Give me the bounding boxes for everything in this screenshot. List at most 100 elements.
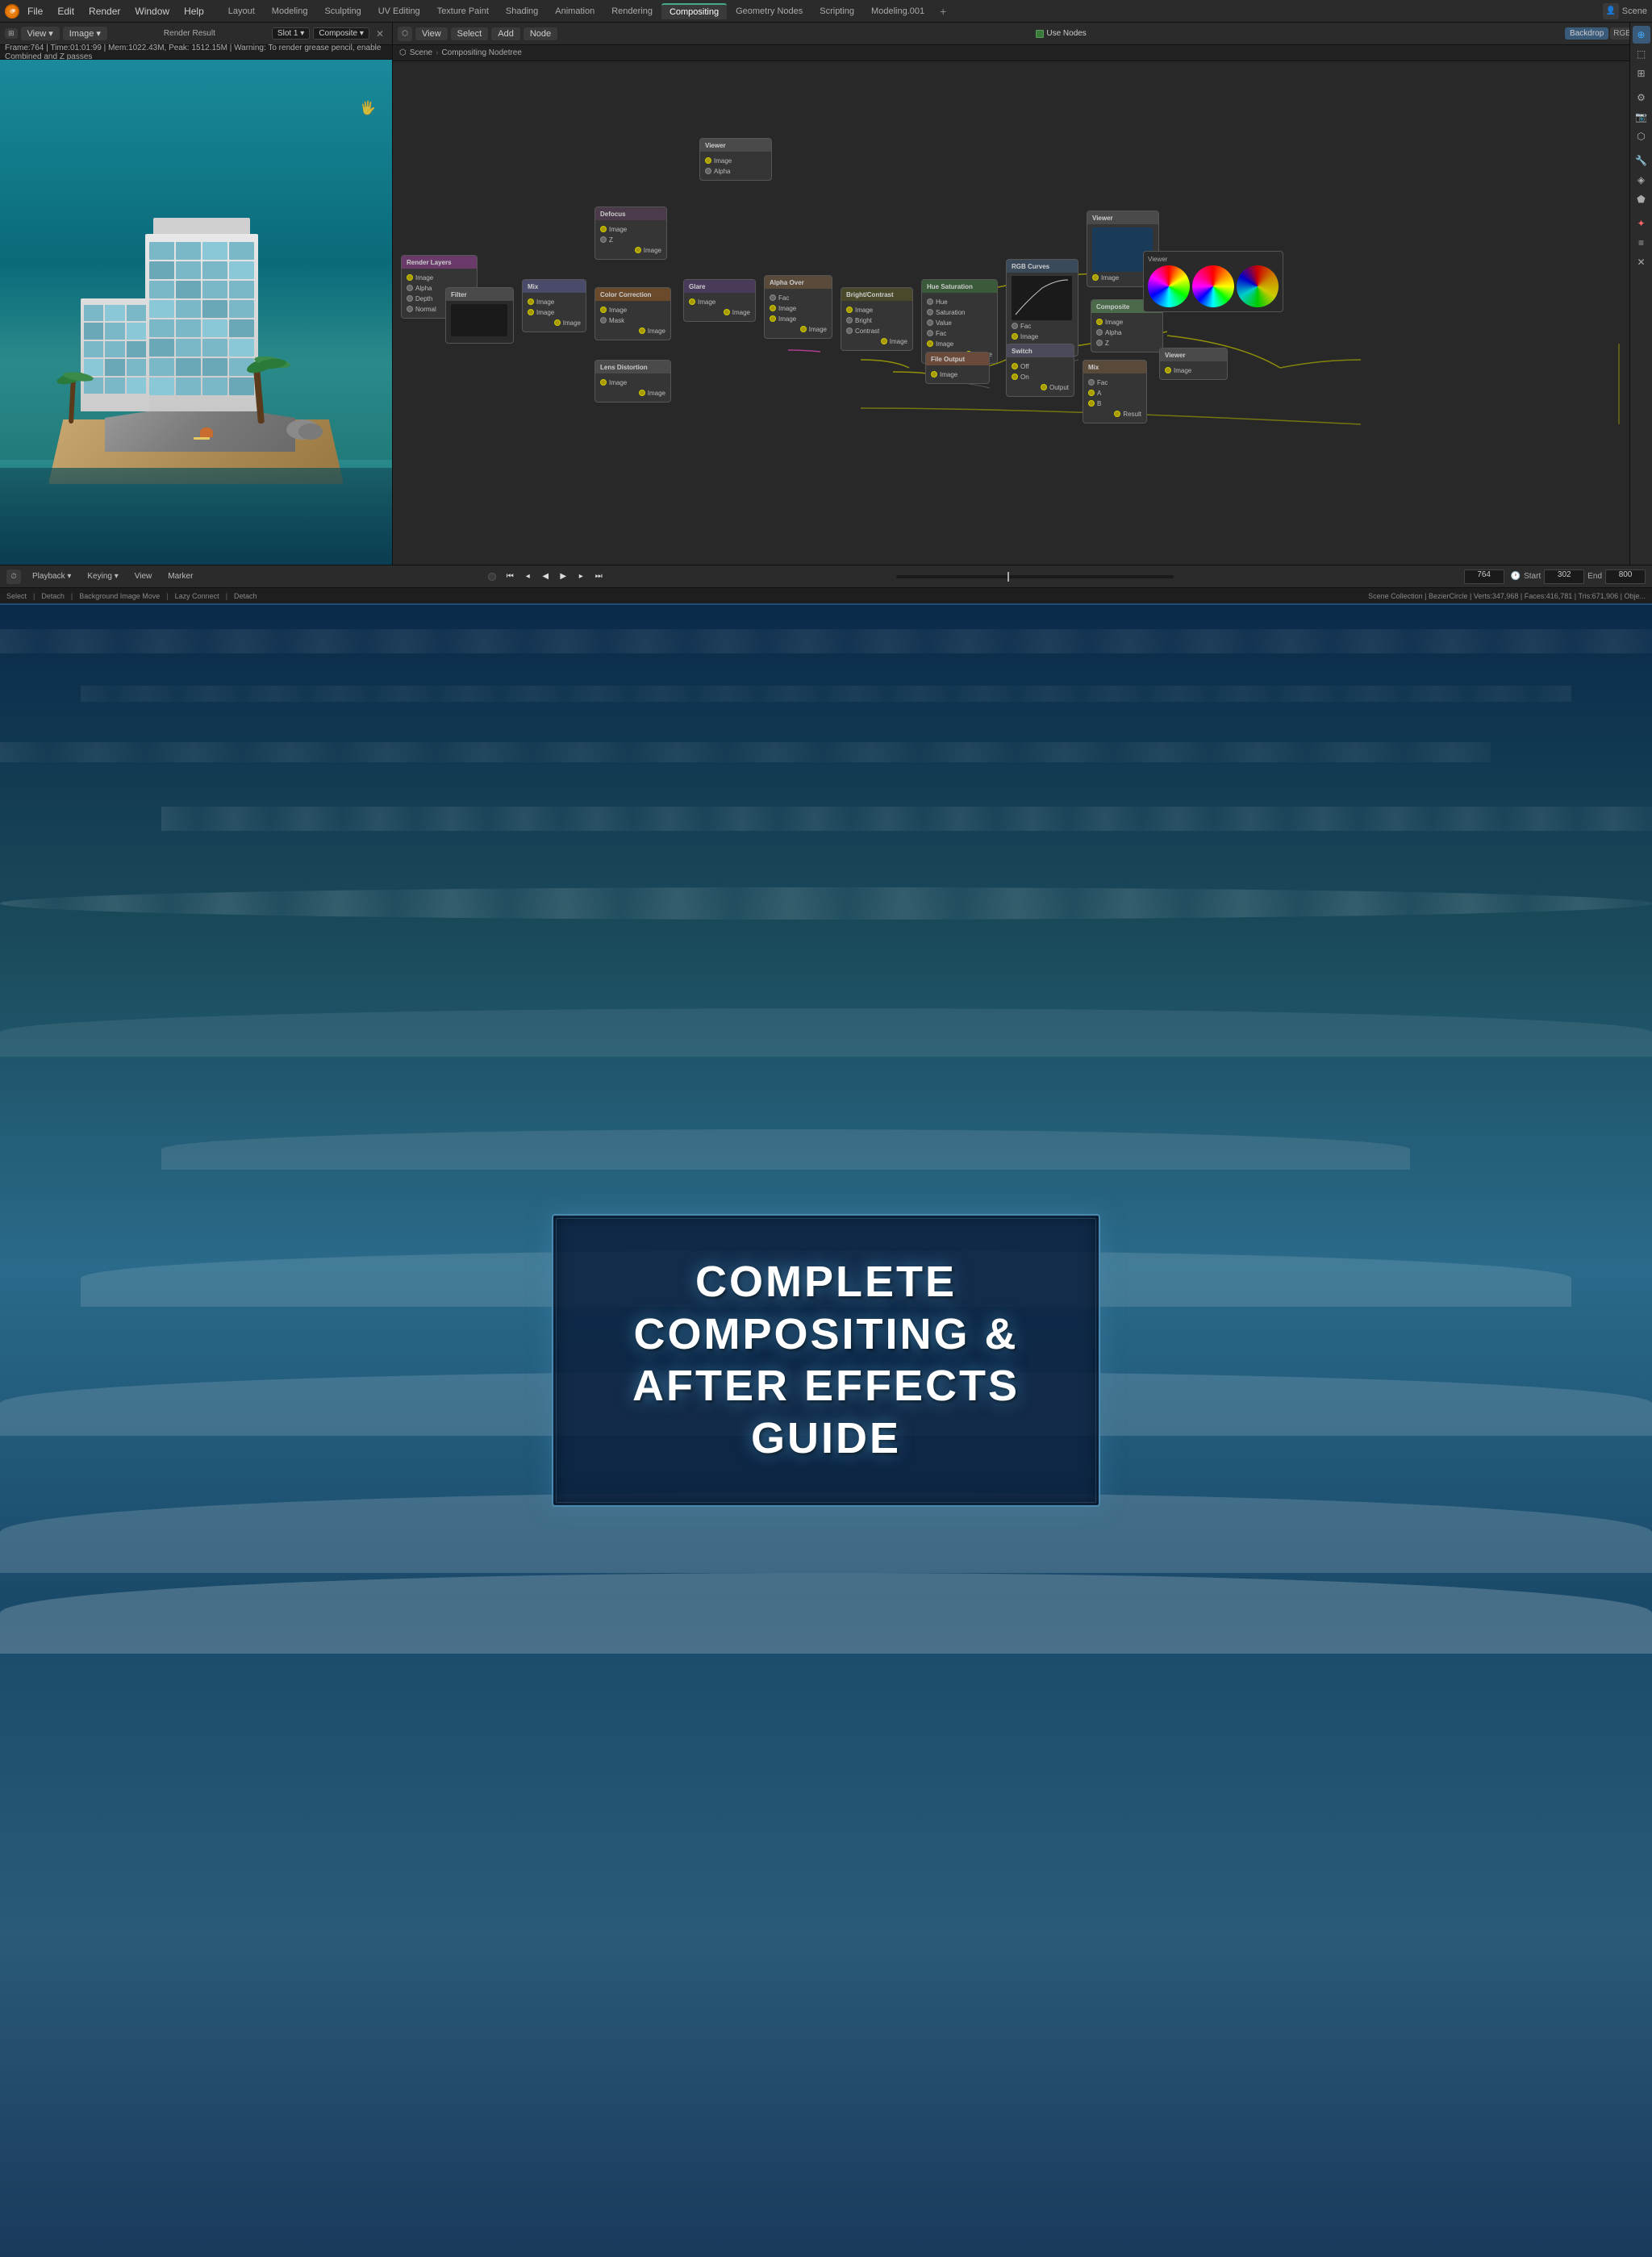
node-canvas[interactable]: Render Layers Image Alpha Depth Normal F…	[393, 61, 1652, 565]
status-sep-4: |	[226, 592, 227, 600]
ws-modeling-001[interactable]: Modeling.001	[863, 4, 932, 19]
node-view-btn[interactable]: View	[415, 27, 448, 40]
alpha-over-node-1[interactable]: Alpha Over Fac Image Image Image	[764, 275, 832, 339]
breadcrumb-icon: ⬡	[399, 48, 407, 57]
keying-btn[interactable]: Keying ▾	[82, 570, 123, 582]
ws-modeling[interactable]: Modeling	[264, 4, 316, 19]
sidebar-tool-8[interactable]: ◈	[1633, 171, 1650, 189]
next-frame-btn[interactable]: ▸	[574, 569, 588, 584]
node-panel: ⬡ View Select Add Node Use Nodes Backdro…	[393, 23, 1652, 565]
bright-contrast-node[interactable]: Bright/Contrast Image Bright Contrast Im…	[841, 287, 913, 351]
render-result-label: Render Result	[159, 27, 220, 40]
blender-logo	[5, 4, 19, 19]
menu-window[interactable]: Window	[128, 4, 176, 19]
right-sidebar: ⊕ ⬚ ⊞ ⚙ 📷 ⬡ 🔧 ◈ ⬟ ✦ ≡ ✕	[1629, 23, 1652, 565]
prev-frame-btn[interactable]: ◂	[520, 569, 535, 584]
node-node-btn[interactable]: Node	[524, 27, 557, 40]
viewer-node-top[interactable]: Viewer Image Alpha	[699, 138, 772, 181]
ws-add-tab[interactable]: +	[933, 3, 953, 19]
sidebar-tool-10[interactable]: ✦	[1633, 215, 1650, 232]
ws-geometry-nodes[interactable]: Geometry Nodes	[728, 4, 811, 19]
render-image-btn[interactable]: Image ▾	[63, 27, 107, 40]
sidebar-tool-11[interactable]: ≡	[1633, 234, 1650, 252]
view-btn[interactable]: View	[130, 570, 157, 582]
timeline-icon: ⏱	[6, 569, 21, 584]
sidebar-tool-12[interactable]: ✕	[1633, 253, 1650, 271]
breadcrumb: ⬡ Scene › Compositing Nodetree ‹	[393, 45, 1652, 61]
color-node-1[interactable]: Viewer	[1143, 251, 1283, 312]
ws-compositing[interactable]: Compositing	[661, 3, 727, 19]
sidebar-tool-3[interactable]: ⊞	[1633, 65, 1650, 82]
sidebar-tool-5[interactable]: 📷	[1633, 108, 1650, 126]
start-frame-input[interactable]: 302	[1544, 569, 1584, 584]
menu-render[interactable]: Render	[82, 4, 127, 19]
render-close-btn[interactable]: ✕	[373, 27, 387, 41]
color-correction-node[interactable]: Color Correction Image Mask Image	[594, 287, 671, 340]
breadcrumb-scene[interactable]: Scene	[410, 48, 432, 57]
viewer-node-right[interactable]: Viewer Image	[1159, 348, 1228, 380]
ws-layout[interactable]: Layout	[220, 4, 263, 19]
cursor-icon: 🖐	[360, 100, 376, 116]
ws-animation[interactable]: Animation	[547, 4, 603, 19]
defocus-node[interactable]: Defocus Image Z Image	[594, 207, 667, 260]
lazy-connect-label: Lazy Connect	[175, 592, 219, 600]
mix-node-br[interactable]: Mix Fac A B Result	[1083, 360, 1147, 423]
timeline-controls: ⏮ ◂ ◀ ▶ ▸ ⏭	[503, 569, 606, 584]
play-rev-btn[interactable]: ◀	[538, 569, 553, 584]
timeline-scrubber[interactable]	[896, 575, 1174, 578]
end-frame-input[interactable]: 800	[1605, 569, 1646, 584]
status-sep-1: |	[33, 592, 35, 600]
title-line-2: AFTER EFFECTS GUIDE	[602, 1360, 1050, 1465]
glare-node[interactable]: Glare Image Image	[683, 279, 756, 322]
breadcrumb-nodetree[interactable]: Compositing Nodetree	[441, 48, 522, 57]
split-view: ⊞ View ▾ Image ▾ Render Result Slot 1 ▾ …	[0, 23, 1652, 565]
switch-node[interactable]: Switch Off On Output	[1006, 344, 1074, 397]
render-info: Frame:764 | Time:01:01:99 | Mem:1022.43M…	[0, 45, 392, 60]
mix-node-1[interactable]: Mix Image Image Image	[522, 279, 586, 332]
file-output-node[interactable]: File Output Image	[925, 352, 990, 384]
use-nodes-checkbox[interactable]: Use Nodes	[1036, 29, 1086, 38]
blur-node-1[interactable]: Filter	[445, 287, 514, 344]
ws-rendering[interactable]: Rendering	[603, 4, 661, 19]
skip-start-btn[interactable]: ⏮	[503, 569, 517, 584]
title-card: COMPLETE COMPOSITING & AFTER EFFECTS GUI…	[552, 1214, 1100, 1507]
anim-icon	[488, 573, 496, 581]
ws-texture-paint[interactable]: Texture Paint	[429, 4, 497, 19]
lens-distortion-node[interactable]: Lens Distortion Image Image	[594, 360, 671, 403]
header-icon: ⬡	[398, 27, 412, 41]
menu-file[interactable]: File	[21, 4, 49, 19]
current-frame-input[interactable]: 764	[1464, 569, 1504, 584]
sidebar-tool-4[interactable]: ⚙	[1633, 89, 1650, 106]
sidebar-tool-9[interactable]: ⬟	[1633, 190, 1650, 208]
render-toolbar: ⊞ View ▾ Image ▾ Render Result Slot 1 ▾ …	[0, 23, 392, 45]
ws-scripting[interactable]: Scripting	[811, 4, 862, 19]
timeline-bar: ⏱ Playback ▾ Keying ▾ View Marker ⏮ ◂ ◀ …	[0, 565, 1652, 587]
breadcrumb-sep: ›	[436, 48, 438, 57]
composite-select[interactable]: Composite ▾	[313, 27, 369, 40]
status-bar: Select | Detach | Background Image Move …	[0, 587, 1652, 603]
ws-shading[interactable]: Shading	[498, 4, 546, 19]
render-view-toggle[interactable]: ⊞	[8, 29, 15, 38]
playback-btn[interactable]: Playback ▾	[27, 570, 76, 582]
sidebar-tool-1[interactable]: ⊕	[1633, 26, 1650, 44]
play-btn[interactable]: ▶	[556, 569, 570, 584]
node-add-btn[interactable]: Add	[491, 27, 520, 40]
menu-help[interactable]: Help	[177, 4, 211, 19]
curves-node[interactable]: RGB Curves Fac Image Image	[1006, 259, 1078, 357]
marker-btn[interactable]: Marker	[163, 570, 198, 582]
use-nodes-checkmark	[1036, 30, 1044, 38]
ws-uv-editing[interactable]: UV Editing	[370, 4, 428, 19]
slot-select[interactable]: Slot 1 ▾	[272, 27, 310, 40]
menu-edit[interactable]: Edit	[51, 4, 81, 19]
sidebar-tool-7[interactable]: 🔧	[1633, 152, 1650, 169]
render-view-btn[interactable]: View ▾	[21, 27, 60, 40]
skip-end-btn[interactable]: ⏭	[591, 569, 606, 584]
detach-label-status: Detach	[41, 592, 65, 600]
ws-sculpting[interactable]: Sculpting	[316, 4, 369, 19]
render-viewport: 🖐	[0, 60, 392, 565]
sidebar-tool-2[interactable]: ⬚	[1633, 45, 1650, 63]
node-toolbar: ⬡ View Select Add Node Use Nodes Backdro…	[393, 23, 1652, 45]
node-select-btn[interactable]: Select	[451, 27, 489, 40]
sidebar-tool-6[interactable]: ⬡	[1633, 127, 1650, 145]
backdrop-btn[interactable]: Backdrop	[1565, 27, 1608, 40]
